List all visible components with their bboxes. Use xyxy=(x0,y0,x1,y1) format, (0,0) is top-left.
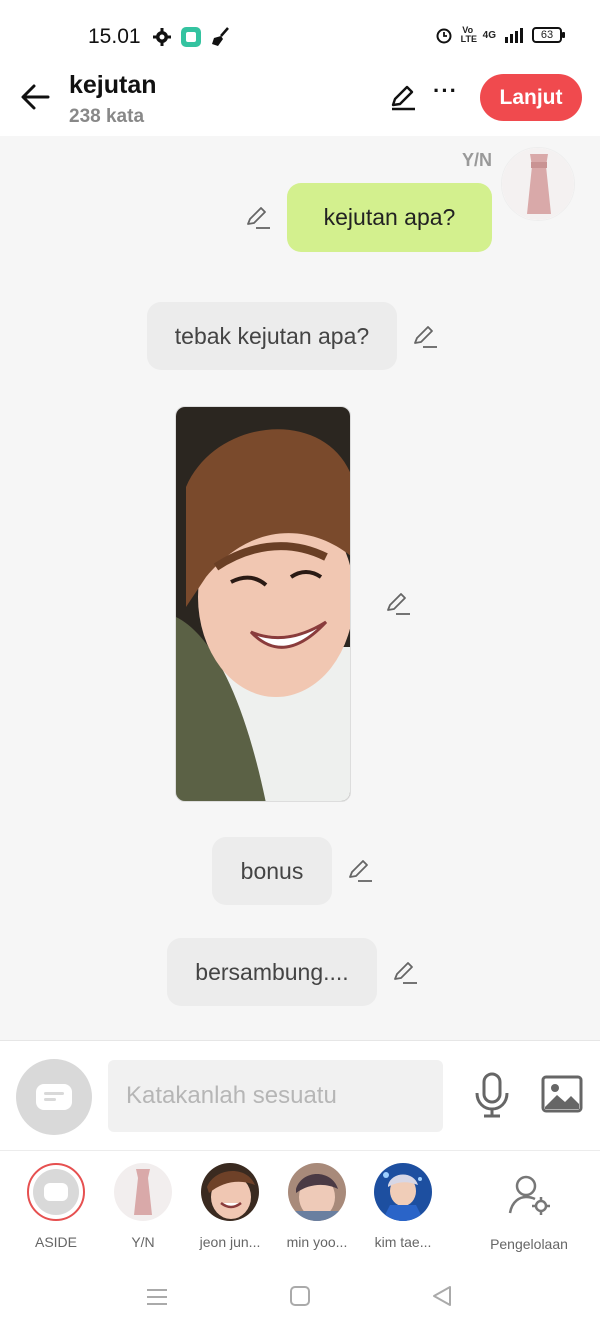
status-time: 15.01 xyxy=(88,25,141,48)
character-label: ASIDE xyxy=(34,1234,77,1250)
edit-narration-pencil-icon[interactable] xyxy=(391,958,419,986)
image-icon[interactable] xyxy=(541,1075,583,1113)
character-label: jeon jun... xyxy=(199,1234,261,1250)
word-count: 238 kata xyxy=(69,106,145,127)
manage-characters-button[interactable]: Pengelolaan xyxy=(484,1173,574,1252)
character-min[interactable]: min yoo... xyxy=(277,1163,357,1250)
character-bar: ASIDE Y/N jeon jun... min yoo... kim tae… xyxy=(0,1150,600,1260)
aside-icon xyxy=(36,1084,72,1110)
narration-bubble[interactable]: tebak kejutan apa? xyxy=(147,302,397,370)
speaker-name: Y/N xyxy=(461,150,492,170)
user-settings-icon xyxy=(508,1175,550,1215)
story-header: kejutan 238 kata ··· Lanjut xyxy=(0,66,600,136)
character-jeon[interactable]: jeon jun... xyxy=(190,1163,270,1250)
character-yn[interactable]: Y/N xyxy=(103,1163,183,1250)
signal-icon xyxy=(505,28,523,43)
alarm-icon xyxy=(436,28,452,44)
smiling-person-photo xyxy=(176,407,350,801)
chat-area[interactable]: Y/N kejutan apa? tebak kejutan apa? bonu… xyxy=(0,136,600,1040)
edit-narration-pencil-icon[interactable] xyxy=(346,856,374,884)
character-label: kim tae... xyxy=(374,1234,432,1250)
settings-icon xyxy=(153,28,171,46)
avatar-yn[interactable] xyxy=(501,147,575,221)
edit-title-pencil-icon[interactable] xyxy=(388,82,418,112)
network-indicator: 4G xyxy=(482,29,496,41)
character-label: min yoo... xyxy=(286,1234,348,1250)
narration-bubble[interactable]: bersambung.... xyxy=(167,938,377,1006)
status-icons-left xyxy=(152,26,232,48)
character-aside[interactable]: ASIDE xyxy=(16,1163,96,1250)
edit-photo-pencil-icon[interactable] xyxy=(384,589,412,617)
avatar xyxy=(201,1163,259,1221)
message-composer xyxy=(0,1040,600,1150)
status-bar: 15.01 Vo LTE 4G 63 xyxy=(0,0,600,66)
avatar xyxy=(374,1163,432,1221)
character-label: Y/N xyxy=(131,1234,155,1250)
avatar xyxy=(114,1163,172,1221)
edit-narration-pencil-icon[interactable] xyxy=(411,322,439,350)
narration-bubble[interactable]: bonus xyxy=(212,837,332,905)
avatar xyxy=(288,1163,346,1221)
system-nav-bar xyxy=(0,1260,600,1333)
menu-icon[interactable] xyxy=(146,1288,168,1306)
status-icons-right: Vo LTE 4G 63 xyxy=(435,25,565,44)
message-photo[interactable] xyxy=(175,406,351,802)
volte-indicator: Vo LTE xyxy=(460,25,477,44)
aside-toggle-button[interactable] xyxy=(16,1059,92,1135)
dress-figure-image xyxy=(502,148,574,220)
app-square-icon xyxy=(181,27,201,47)
home-icon[interactable] xyxy=(290,1286,310,1306)
character-kim[interactable]: kim tae... xyxy=(363,1163,443,1250)
aside-avatar xyxy=(27,1163,85,1221)
message-input[interactable] xyxy=(108,1060,443,1132)
story-title: kejutan xyxy=(69,71,157,99)
microphone-icon[interactable] xyxy=(472,1071,512,1119)
battery-icon: 63 xyxy=(532,27,565,43)
broom-icon xyxy=(212,27,229,46)
edit-message-pencil-icon[interactable] xyxy=(244,203,272,231)
continue-button[interactable]: Lanjut xyxy=(480,74,582,121)
back-arrow-icon[interactable] xyxy=(18,80,52,114)
more-dots-icon[interactable]: ··· xyxy=(433,80,461,106)
user-message-bubble[interactable]: kejutan apa? xyxy=(287,183,492,252)
back-triangle-icon[interactable] xyxy=(430,1284,454,1308)
manage-label: Pengelolaan xyxy=(490,1236,568,1252)
